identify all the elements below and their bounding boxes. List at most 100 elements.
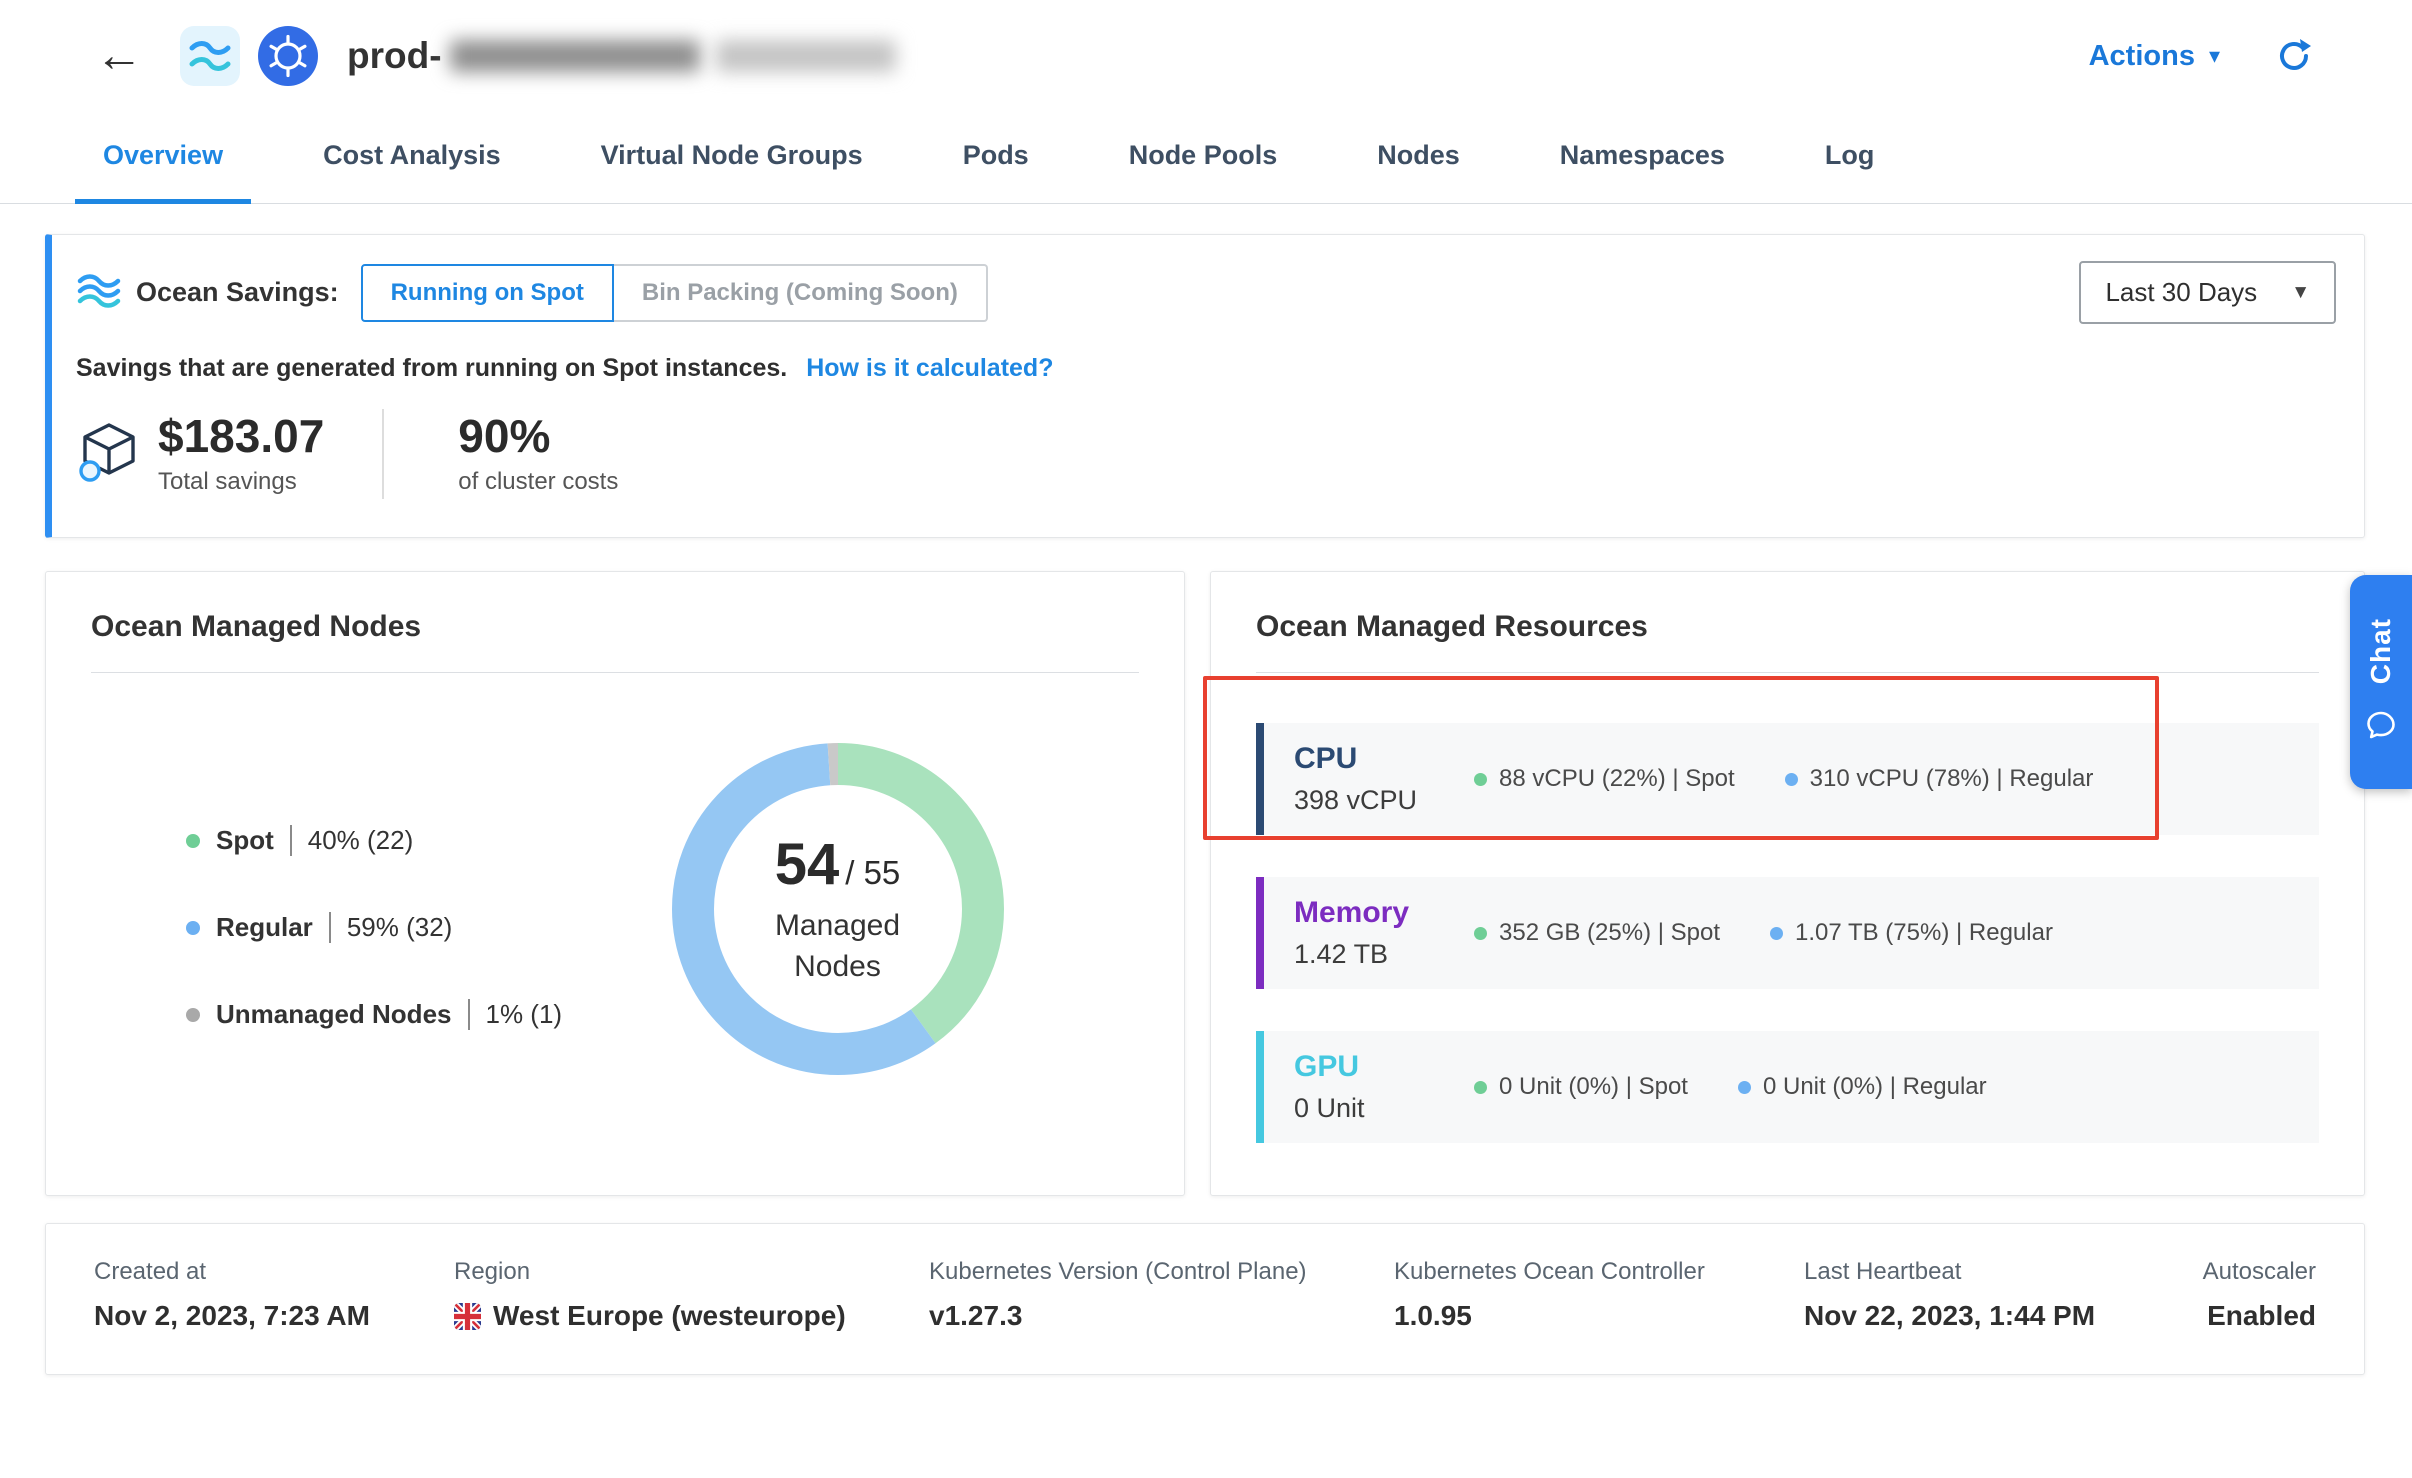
regular-legend-value: 59% (32) bbox=[329, 912, 453, 943]
spot-legend-value: 40% (22) bbox=[290, 825, 414, 856]
tab-namespaces[interactable]: Namespaces bbox=[1532, 112, 1753, 204]
tab-log[interactable]: Log bbox=[1797, 112, 1902, 204]
refresh-icon[interactable] bbox=[2276, 38, 2312, 74]
total-savings-label: Total savings bbox=[158, 468, 324, 496]
donut-chart-area: 54 / 55 Managed Nodes bbox=[536, 729, 1139, 1089]
redacted-cluster-id bbox=[716, 40, 896, 72]
total-savings-value: $183.07 bbox=[158, 412, 324, 460]
ocean-savings-panel: Ocean Savings: Running on Spot Bin Packi… bbox=[45, 234, 2365, 538]
gpu-name: GPU bbox=[1294, 1050, 1474, 1084]
how-calculated-link[interactable]: How is it calculated? bbox=[806, 354, 1053, 382]
tab-pods[interactable]: Pods bbox=[935, 112, 1057, 204]
memory-spot-stat: 352 GB (25%) | Spot bbox=[1474, 919, 1720, 947]
header-actions: Actions ▾ bbox=[2089, 38, 2312, 74]
legend-item-spot: Spot 40% (22) bbox=[186, 825, 536, 856]
savings-cube-icon bbox=[76, 419, 142, 490]
divider bbox=[91, 672, 1139, 673]
cpu-spot-stat: 88 vCPU (22%) | Spot bbox=[1474, 765, 1735, 793]
ocean-waves-icon bbox=[76, 272, 122, 313]
managed-count: 54 bbox=[775, 831, 840, 898]
unmanaged-legend-label: Unmanaged Nodes bbox=[216, 999, 452, 1030]
tab-bar: Overview Cost Analysis Virtual Node Grou… bbox=[0, 112, 2412, 204]
info-region: Region bbox=[454, 1258, 929, 1332]
spot-ocean-logo-icon bbox=[179, 25, 241, 87]
resource-rows: CPU 398 vCPU 88 vCPU (22%) | Spot 310 vC… bbox=[1256, 723, 2319, 1143]
tab-node-pools[interactable]: Node Pools bbox=[1101, 112, 1306, 204]
header: ← bbox=[0, 0, 2412, 112]
spot-legend-label: Spot bbox=[216, 825, 274, 856]
savings-description-text: Savings that are generated from running … bbox=[76, 354, 787, 382]
bin-packing-toggle: Bin Packing (Coming Soon) bbox=[614, 264, 988, 322]
time-range-value: Last 30 Days bbox=[2105, 277, 2257, 308]
cpu-total: 398 vCPU bbox=[1294, 785, 1474, 816]
unmanaged-legend-dot bbox=[186, 1008, 200, 1022]
regular-dot bbox=[1738, 1081, 1751, 1094]
dropdown-caret-icon: ▼ bbox=[2291, 282, 2310, 304]
regular-legend-label: Regular bbox=[216, 912, 313, 943]
ocean-savings-label: Ocean Savings: bbox=[136, 277, 339, 308]
cluster-cost-metric: 90% of cluster costs bbox=[458, 412, 618, 495]
tab-nodes[interactable]: Nodes bbox=[1349, 112, 1488, 204]
ocean-managed-resources-card: Ocean Managed Resources CPU 398 vCPU 88 … bbox=[1210, 571, 2365, 1196]
main-content: Ocean Savings: Running on Spot Bin Packi… bbox=[0, 234, 2412, 1375]
uk-flag-icon bbox=[454, 1303, 481, 1330]
total-savings-metric: $183.07 Total savings bbox=[158, 412, 324, 495]
info-k8s-version: Kubernetes Version (Control Plane) v1.27… bbox=[929, 1258, 1394, 1332]
managed-resources-title: Ocean Managed Resources bbox=[1256, 610, 2319, 644]
memory-name: Memory bbox=[1294, 896, 1474, 930]
managed-nodes-body: Spot 40% (22) Regular 59% (32) Unmanaged… bbox=[91, 729, 1139, 1089]
kubernetes-logo-icon bbox=[257, 25, 319, 87]
info-last-heartbeat: Last Heartbeat Nov 22, 2023, 1:44 PM bbox=[1804, 1258, 2203, 1332]
tab-cost-analysis[interactable]: Cost Analysis bbox=[295, 112, 529, 204]
gpu-total: 0 Unit bbox=[1294, 1093, 1474, 1124]
chat-button-label: Chat bbox=[2365, 618, 2397, 684]
donut-center-text: 54 / 55 Managed Nodes bbox=[658, 729, 1018, 1089]
chat-bubble-icon bbox=[2365, 709, 2397, 746]
spot-dot bbox=[1474, 927, 1487, 940]
actions-button-label: Actions bbox=[2089, 40, 2195, 73]
regular-legend-dot bbox=[186, 921, 200, 935]
donut-chart: 54 / 55 Managed Nodes bbox=[658, 729, 1018, 1089]
gpu-regular-stat: 0 Unit (0%) | Regular bbox=[1738, 1073, 1987, 1101]
savings-description: Savings that are generated from running … bbox=[76, 354, 2336, 383]
resource-row-gpu: GPU 0 Unit 0 Unit (0%) | Spot 0 Unit (0%… bbox=[1256, 1031, 2319, 1143]
ocean-managed-nodes-card: Ocean Managed Nodes Spot 40% (22) Regula… bbox=[45, 571, 1185, 1196]
cluster-title-prefix: prod- bbox=[347, 35, 442, 77]
savings-metrics-row: $183.07 Total savings 90% of cluster cos… bbox=[76, 409, 2336, 499]
info-created-at: Created at Nov 2, 2023, 7:23 AM bbox=[94, 1258, 454, 1332]
legend-item-unmanaged: Unmanaged Nodes 1% (1) bbox=[186, 999, 536, 1030]
spot-legend-dot bbox=[186, 834, 200, 848]
cluster-cost-percent: 90% bbox=[458, 412, 618, 460]
resource-row-memory: Memory 1.42 TB 352 GB (25%) | Spot 1.07 … bbox=[1256, 877, 2319, 989]
regular-dot bbox=[1785, 773, 1798, 786]
cluster-cost-label: of cluster costs bbox=[458, 468, 618, 496]
redacted-cluster-name bbox=[450, 40, 700, 72]
memory-total: 1.42 TB bbox=[1294, 939, 1474, 970]
page: ← bbox=[0, 0, 2412, 1478]
actions-button[interactable]: Actions ▾ bbox=[2089, 40, 2220, 73]
tab-virtual-node-groups[interactable]: Virtual Node Groups bbox=[573, 112, 891, 204]
tab-overview[interactable]: Overview bbox=[75, 112, 251, 204]
savings-header-row: Ocean Savings: Running on Spot Bin Packi… bbox=[76, 261, 2336, 324]
nodes-legend: Spot 40% (22) Regular 59% (32) Unmanaged… bbox=[186, 729, 536, 1089]
cpu-regular-stat: 310 vCPU (78%) | Regular bbox=[1785, 765, 2094, 793]
chevron-down-icon: ▾ bbox=[2209, 43, 2220, 69]
donut-label: Managed Nodes bbox=[775, 906, 900, 987]
info-ocean-controller: Kubernetes Ocean Controller 1.0.95 bbox=[1394, 1258, 1804, 1332]
regular-dot bbox=[1770, 927, 1783, 940]
chat-button[interactable]: Chat bbox=[2350, 575, 2412, 789]
cpu-name: CPU bbox=[1294, 742, 1474, 776]
memory-regular-stat: 1.07 TB (75%) | Regular bbox=[1770, 919, 2053, 947]
running-on-spot-toggle[interactable]: Running on Spot bbox=[361, 264, 614, 322]
back-button[interactable]: ← bbox=[95, 32, 143, 80]
gpu-spot-stat: 0 Unit (0%) | Spot bbox=[1474, 1073, 1688, 1101]
cluster-info-bar: Created at Nov 2, 2023, 7:23 AM Region bbox=[45, 1223, 2365, 1375]
spot-dot bbox=[1474, 773, 1487, 786]
total-count: / 55 bbox=[845, 854, 900, 892]
metric-divider bbox=[382, 409, 384, 499]
info-autoscaler: Autoscaler Enabled bbox=[2203, 1258, 2316, 1332]
time-range-dropdown[interactable]: Last 30 Days ▼ bbox=[2079, 261, 2336, 324]
resource-row-cpu: CPU 398 vCPU 88 vCPU (22%) | Spot 310 vC… bbox=[1256, 723, 2319, 835]
managed-nodes-title: Ocean Managed Nodes bbox=[91, 610, 1139, 644]
cluster-title: prod- bbox=[347, 35, 896, 77]
